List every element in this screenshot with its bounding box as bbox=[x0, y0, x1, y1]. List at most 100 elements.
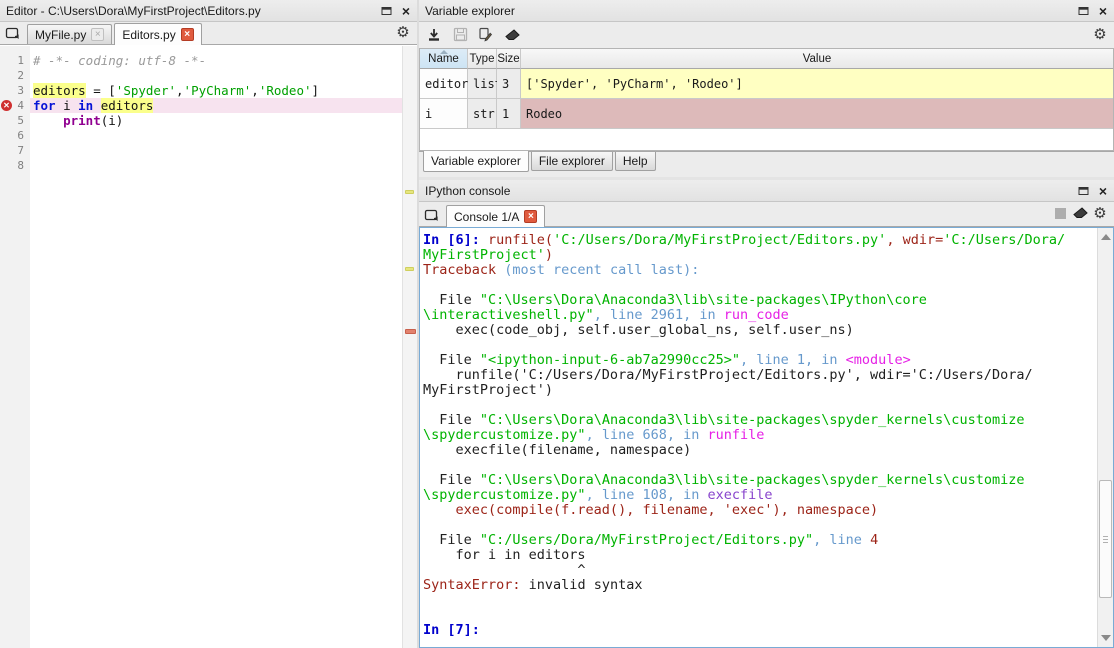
code-segment: ] bbox=[312, 83, 320, 98]
console-line: File "<ipython-input-6-ab7a2990cc25>", l… bbox=[423, 353, 1095, 368]
code-line: 6 bbox=[0, 128, 402, 143]
code-segment: In [7]: bbox=[423, 622, 480, 638]
import-data-icon[interactable] bbox=[424, 25, 444, 45]
column-header-size[interactable]: Size bbox=[497, 49, 521, 69]
code-segment: execfile(filename, namespace) bbox=[423, 442, 691, 458]
console-line: In [6]: runfile('C:/Users/Dora/MyFirstPr… bbox=[423, 233, 1095, 248]
close-pane-icon[interactable]: × bbox=[1094, 3, 1112, 19]
column-header-type[interactable]: Type bbox=[468, 49, 497, 69]
options-gear-icon[interactable]: ⚙ bbox=[1090, 203, 1110, 223]
cell-value[interactable]: Rodeo bbox=[521, 99, 1113, 129]
cell-type[interactable]: str bbox=[468, 99, 497, 129]
clear-console-eraser-icon[interactable] bbox=[1070, 203, 1090, 223]
table-header-row: NameTypeSizeValue bbox=[420, 49, 1113, 69]
code-segment: File bbox=[423, 532, 480, 548]
line-number: 5 bbox=[0, 113, 30, 128]
variable-row[interactable]: istr1Rodeo bbox=[420, 99, 1113, 129]
editor-tab-myfile[interactable]: MyFile.py × bbox=[27, 24, 112, 44]
close-tab-icon[interactable]: × bbox=[91, 28, 104, 41]
column-header-value[interactable]: Value bbox=[521, 49, 1113, 69]
float-pane-icon[interactable] bbox=[1074, 183, 1092, 199]
scrollbar-thumb[interactable] bbox=[1099, 480, 1112, 598]
table-body: editorslist3['Spyder', 'PyCharm', 'Rodeo… bbox=[420, 69, 1113, 129]
close-pane-icon[interactable]: × bbox=[397, 3, 415, 19]
browse-tabs-icon[interactable] bbox=[422, 205, 442, 225]
interrupt-kernel-icon[interactable] bbox=[1050, 203, 1070, 223]
code-line: 3editors = ['Spyder','PyCharm','Rodeo'] bbox=[0, 83, 402, 98]
line-number: 8 bbox=[0, 158, 30, 173]
console-scrollbar[interactable] bbox=[1097, 228, 1113, 647]
code-segment: ^ bbox=[423, 562, 586, 578]
code-line: 4✕for i in editors bbox=[0, 98, 402, 113]
code-segment: MyFirstProject' bbox=[423, 247, 545, 263]
console-line: \interactiveshell.py", line 2961, in run… bbox=[423, 308, 1095, 323]
code-segment: , wdir= bbox=[886, 232, 943, 248]
code-segment: File bbox=[423, 472, 480, 488]
variable-row[interactable]: editorslist3['Spyder', 'PyCharm', 'Rodeo… bbox=[420, 69, 1113, 99]
options-gear-icon[interactable]: ⚙ bbox=[393, 22, 413, 42]
code-line: 5 print(i) bbox=[0, 113, 402, 128]
error-flag[interactable] bbox=[405, 329, 416, 334]
float-pane-icon[interactable] bbox=[1074, 3, 1092, 19]
syntax-error-icon: ✕ bbox=[1, 100, 12, 111]
console-tab[interactable]: Console 1/A × bbox=[446, 205, 545, 227]
close-pane-icon[interactable]: × bbox=[1094, 183, 1112, 199]
code-text: editors = ['Spyder','PyCharm','Rodeo'] bbox=[30, 83, 402, 98]
code-segment: "C:/Users/Dora/MyFirstProject/Editors.py… bbox=[480, 532, 813, 548]
tab-label: MyFile.py bbox=[35, 28, 86, 42]
line-number: 2 bbox=[0, 68, 30, 83]
code-segment: for i in editors bbox=[423, 547, 586, 563]
code-text bbox=[30, 68, 402, 83]
save-data-icon[interactable] bbox=[450, 25, 470, 45]
plugin-tab-file-explorer[interactable]: File explorer bbox=[531, 152, 613, 171]
code-line: 2 bbox=[0, 68, 402, 83]
column-header-name[interactable]: Name bbox=[420, 49, 468, 69]
cell-value[interactable]: ['Spyder', 'PyCharm', 'Rodeo'] bbox=[521, 69, 1113, 99]
cell-size[interactable]: 3 bbox=[497, 69, 521, 99]
cell-name[interactable]: i bbox=[420, 99, 468, 129]
plugin-tab-help[interactable]: Help bbox=[615, 152, 656, 171]
code-segment: runfile bbox=[707, 427, 764, 443]
console-shell[interactable]: In [6]: runfile('C:/Users/Dora/MyFirstPr… bbox=[419, 227, 1114, 648]
code-segment: MyFirstProject') bbox=[423, 382, 553, 398]
console-line: exec(code_obj, self.user_global_ns, self… bbox=[423, 323, 1095, 338]
close-tab-icon[interactable]: × bbox=[524, 210, 537, 223]
options-gear-icon[interactable]: ⚙ bbox=[1090, 25, 1110, 45]
code-text: # -*- coding: utf-8 -*- bbox=[30, 53, 402, 68]
cell-type[interactable]: list bbox=[468, 69, 497, 99]
occurrence-flag[interactable] bbox=[405, 267, 414, 271]
code-segment: , bbox=[176, 83, 184, 98]
code-lines: 1# -*- coding: utf-8 -*-23editors = ['Sp… bbox=[0, 53, 402, 173]
float-pane-icon[interactable] bbox=[377, 3, 395, 19]
cell-size[interactable]: 1 bbox=[497, 99, 521, 129]
code-text: for i in editors bbox=[30, 98, 402, 113]
scroll-down-icon[interactable] bbox=[1101, 635, 1111, 641]
close-tab-icon[interactable]: × bbox=[181, 28, 194, 41]
code-text bbox=[30, 158, 402, 173]
cell-name[interactable]: editors bbox=[420, 69, 468, 99]
code-editor[interactable]: 1# -*- coding: utf-8 -*-23editors = ['Sp… bbox=[0, 46, 417, 648]
plugin-tab-variable-explorer[interactable]: Variable explorer bbox=[423, 151, 529, 172]
code-segment: (i) bbox=[101, 113, 124, 128]
occurrence-flag[interactable] bbox=[405, 190, 414, 194]
scroll-up-icon[interactable] bbox=[1101, 234, 1111, 240]
editor-tab-editors[interactable]: Editors.py × bbox=[114, 23, 201, 45]
code-segment: for bbox=[33, 98, 56, 113]
console-line bbox=[423, 593, 1095, 608]
code-segment: # -*- coding: utf-8 -*- bbox=[33, 53, 206, 68]
console-line: In [7]: bbox=[423, 623, 1095, 638]
varexp-titlebar: Variable explorer × bbox=[419, 0, 1114, 22]
console-tabbar: Console 1/A × ⚙ bbox=[419, 202, 1114, 227]
console-output: In [6]: runfile('C:/Users/Dora/MyFirstPr… bbox=[423, 233, 1095, 638]
console-line bbox=[423, 338, 1095, 353]
reset-namespace-eraser-icon[interactable] bbox=[502, 25, 522, 45]
browse-tabs-icon[interactable] bbox=[3, 23, 23, 43]
editor-titlebar: Editor - C:\Users\Dora\MyFirstProject\Ed… bbox=[0, 0, 417, 22]
editor-scrollbar[interactable] bbox=[402, 46, 417, 648]
console-line: MyFirstProject') bbox=[423, 383, 1095, 398]
code-segment: editors bbox=[33, 83, 86, 98]
code-segment: (most recent call last): bbox=[504, 262, 699, 278]
code-segment: In [6]: bbox=[423, 232, 488, 248]
code-segment: 'C:/Users/Dora/MyFirstProject/Editors.py… bbox=[553, 232, 886, 248]
save-data-as-icon[interactable] bbox=[476, 25, 496, 45]
